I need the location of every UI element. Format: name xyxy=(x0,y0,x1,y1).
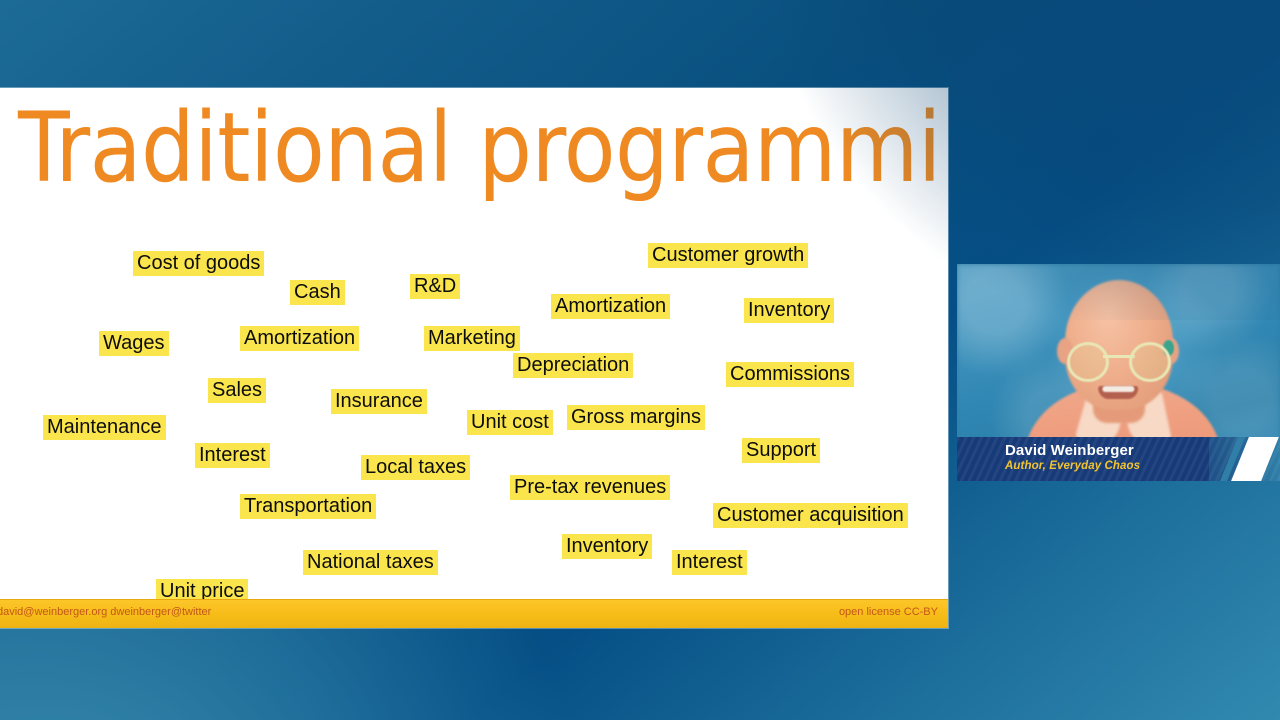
slide-footer-bar: david@weinberger.org dweinberger@twitter… xyxy=(0,599,948,628)
cloud-term: Depreciation xyxy=(513,353,634,379)
cloud-term: Local taxes xyxy=(361,455,471,481)
cloud-term: National taxes xyxy=(303,550,438,576)
cloud-term: Customer growth xyxy=(648,243,809,269)
lower-third-name-banner: David Weinberger Author, Everyday Chaos xyxy=(957,437,1280,481)
lens-right-shape xyxy=(1128,342,1171,382)
teeth-shape xyxy=(1101,386,1134,392)
participant-role: Author, Everyday Chaos xyxy=(1005,460,1141,472)
cloud-term: Maintenance xyxy=(43,415,166,441)
cloud-term: Sales xyxy=(208,378,267,404)
cloud-term: Inventory xyxy=(562,534,653,560)
word-cloud: Cost of goods Cash R&D Customer growth Amort… xyxy=(0,88,948,628)
eyeglasses-shape xyxy=(1066,342,1171,382)
cloud-term: Transportation xyxy=(240,494,377,520)
footer-contact-text: david@weinberger.org dweinberger@twitter xyxy=(0,606,212,618)
participant-name: David Weinberger xyxy=(1005,442,1134,459)
cloud-term: Insurance xyxy=(331,389,427,415)
cloud-term: Marketing xyxy=(424,326,520,352)
cloud-term: R&D xyxy=(410,274,461,300)
cloud-term: Amortization xyxy=(240,326,360,352)
cloud-term: Customer acquisition xyxy=(713,503,908,529)
cloud-term: Interest xyxy=(672,550,747,576)
cloud-term: Support xyxy=(742,438,821,464)
cloud-term: Gross margins xyxy=(567,405,706,431)
shared-slide: Traditional programming Cost of goods Cas… xyxy=(0,88,948,628)
cloud-term: Amortization xyxy=(551,294,671,320)
cloud-term: Cost of goods xyxy=(133,251,265,277)
cloud-term: Unit cost xyxy=(467,410,553,436)
footer-license-text: open license CC-BY xyxy=(838,606,938,618)
lens-left-shape xyxy=(1066,342,1109,382)
participant-video-tile[interactable]: David Weinberger Author, Everyday Chaos xyxy=(957,264,1280,481)
cloud-term: Interest xyxy=(195,443,270,469)
cloud-term: Commissions xyxy=(726,362,855,388)
cloud-term: Wages xyxy=(99,331,169,357)
webinar-stage: Traditional programming Cost of goods Cas… xyxy=(0,0,1280,720)
cloud-term: Pre-tax revenues xyxy=(510,475,671,501)
cloud-term: Inventory xyxy=(744,298,835,324)
cloud-term: Cash xyxy=(290,280,345,306)
